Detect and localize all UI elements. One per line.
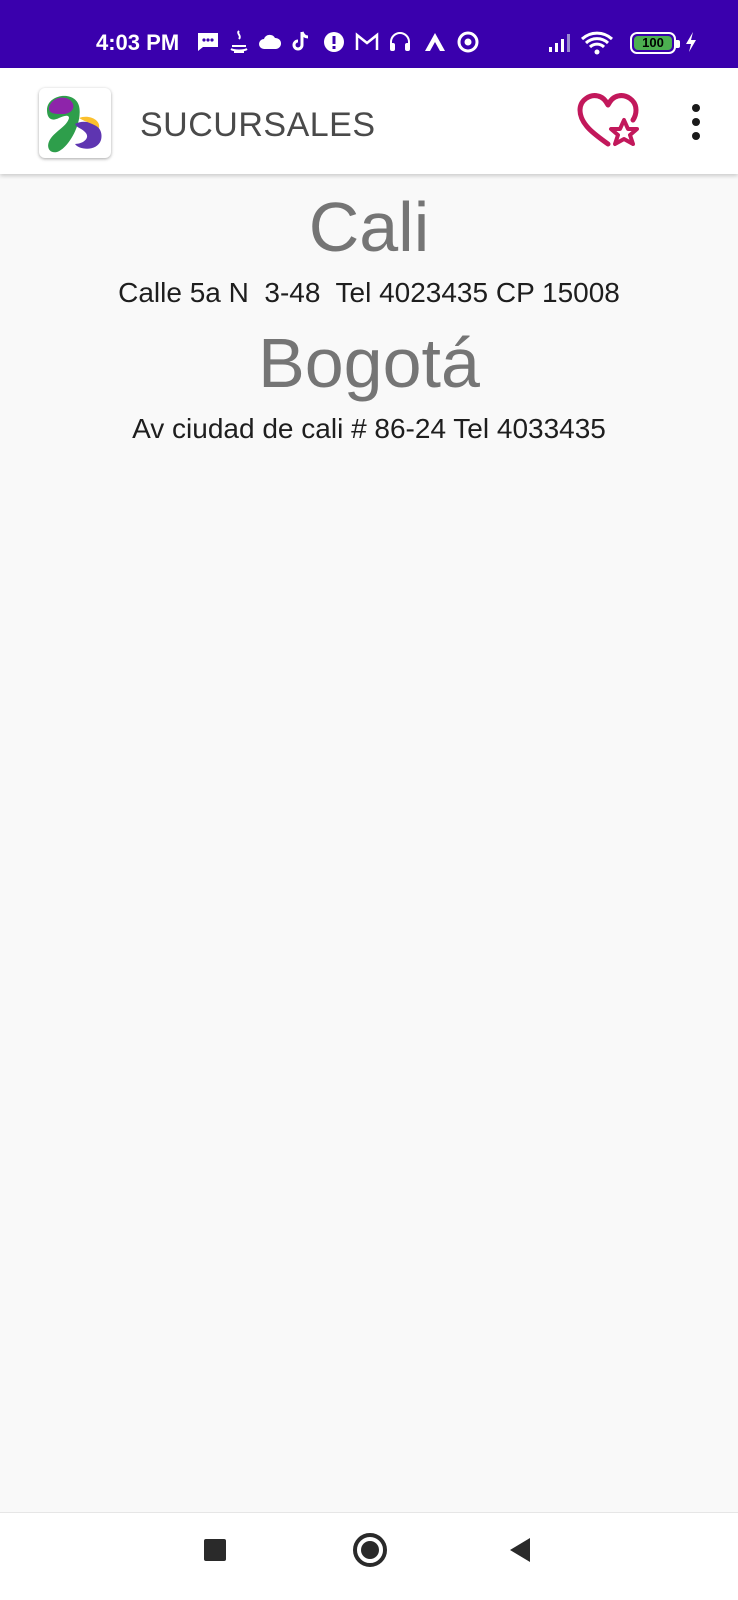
cloud-icon [259,34,282,49]
signal-icon [549,34,570,52]
circle-icon [361,1541,379,1559]
headset-icon [390,32,410,51]
app-logo[interactable] [39,88,111,158]
status-time: 4:03 PM [96,30,180,55]
app-bar: SUCURSALES [0,68,738,174]
heart-star-icon [577,93,639,147]
battery-level: 100 [634,36,672,50]
branch-city: Cali [308,188,430,266]
at-icon [457,31,479,53]
app-logo-icon [47,95,102,153]
status-bar: 4:03 PM 100 [0,0,738,68]
java-icon [230,30,248,53]
gmail-icon [355,32,379,50]
back-button[interactable] [508,1537,532,1563]
battery-icon: 100 [630,32,680,54]
more-vert-icon-dot [692,118,700,126]
wifi-icon [580,31,614,55]
more-options-button[interactable] [680,98,712,148]
branch-address: Calle 5a N 3-48 Tel 4023435 CP 15008 [118,277,620,308]
battery-tip [676,40,680,48]
favorites-button[interactable] [574,92,644,152]
triangle-back-icon [510,1538,530,1562]
more-vert-icon-dot [692,104,700,112]
arc-icon [425,33,445,51]
home-button[interactable] [353,1533,387,1567]
page-title: SUCURSALES [140,106,376,144]
branch-address: Av ciudad de cali # 86-24 Tel 4033435 [132,413,606,444]
more-vert-icon-dot [692,132,700,140]
message-icon [198,33,218,51]
charging-icon [686,32,696,52]
recents-button[interactable] [204,1539,226,1561]
alert-icon [324,32,344,52]
tiktok-icon [292,31,309,51]
system-nav-bar [0,1512,738,1600]
branch-city: Bogotá [258,324,480,402]
